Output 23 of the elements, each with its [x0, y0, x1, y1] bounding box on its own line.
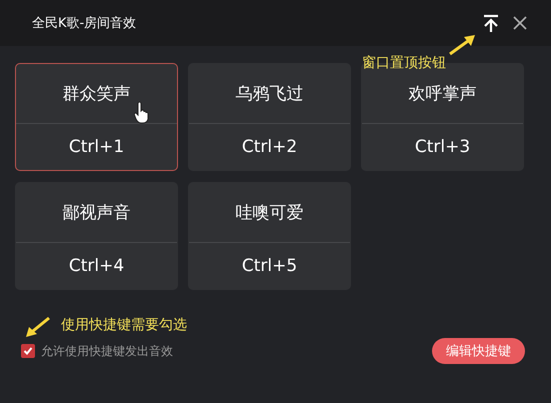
- sound-effect-card[interactable]: 乌鸦飞过 Ctrl+2: [188, 63, 351, 171]
- shortcut-label: Ctrl+5: [242, 256, 298, 276]
- effect-name: 哇噢可爱: [236, 202, 304, 224]
- shortcut-label: Ctrl+3: [414, 137, 470, 157]
- sound-effect-card[interactable]: 鄙视声音 Ctrl+4: [15, 182, 178, 290]
- checkbox[interactable]: [21, 344, 35, 358]
- annotation-arrow: [448, 34, 476, 56]
- shortcut-checkbox[interactable]: 允许使用快捷键发出音效: [21, 342, 173, 360]
- effect-name: 群众笑声: [62, 83, 130, 105]
- effect-name: 鄙视声音: [62, 202, 130, 224]
- close-icon[interactable]: [513, 16, 527, 30]
- effect-name: 欢呼掌声: [408, 83, 476, 105]
- effect-name: 乌鸦飞过: [236, 83, 304, 105]
- shortcut-label: Ctrl+2: [242, 137, 298, 157]
- annotation-text: 使用快捷键需要勾选: [61, 316, 187, 334]
- annotation-arrow: [25, 316, 51, 338]
- pin-top-icon[interactable]: [483, 14, 499, 32]
- hand-cursor-icon: [134, 102, 150, 124]
- sound-effect-card[interactable]: 哇噢可爱 Ctrl+5: [188, 182, 351, 290]
- window-title: 全民K歌-房间音效: [32, 15, 136, 32]
- shortcut-label: Ctrl+4: [68, 256, 124, 276]
- shortcut-label: Ctrl+1: [68, 137, 124, 157]
- sound-effect-card[interactable]: 群众笑声 Ctrl+1: [15, 63, 178, 171]
